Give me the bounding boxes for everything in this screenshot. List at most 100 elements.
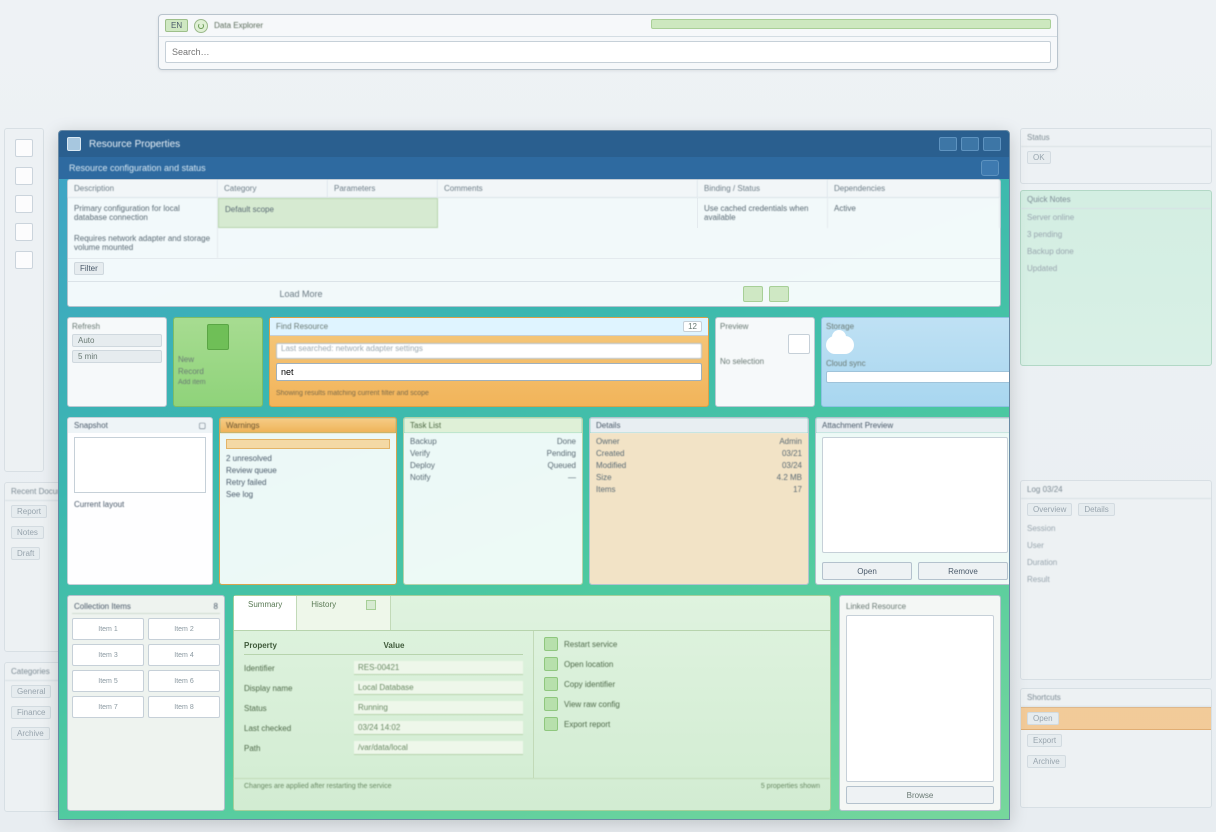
minimize-button[interactable] — [939, 137, 957, 151]
field-value[interactable]: RES-00421 — [354, 661, 523, 675]
shortcut[interactable]: Open — [1027, 712, 1059, 725]
warnings-panel: Warnings 2 unresolved Review queue Retry… — [219, 417, 397, 585]
tab-history[interactable]: History — [297, 596, 391, 630]
recent-search[interactable]: Last searched: network adapter settings — [276, 343, 702, 359]
col-header[interactable]: Category — [218, 180, 328, 198]
close-button[interactable] — [983, 137, 1001, 151]
action-item[interactable]: Open location — [544, 657, 820, 671]
list-item: 3 pending — [1021, 226, 1211, 243]
action-item[interactable]: View raw config — [544, 697, 820, 711]
shortcut[interactable]: Archive — [1027, 755, 1066, 768]
tab-summary[interactable]: Summary — [234, 596, 297, 630]
field-value[interactable]: Running — [354, 701, 523, 715]
grid-item[interactable]: Item 2 — [148, 618, 220, 640]
card-title: Find Resource — [276, 322, 328, 331]
grid-item[interactable]: Item 8 — [148, 696, 220, 718]
snapshot-preview[interactable] — [74, 437, 206, 493]
grid-item[interactable]: Item 4 — [148, 644, 220, 666]
card-title: Refresh — [72, 322, 162, 331]
list-item[interactable]: See log — [226, 490, 390, 499]
list-item[interactable]: 2 unresolved — [226, 454, 390, 463]
tool-icon[interactable] — [15, 167, 33, 185]
list-item[interactable]: Finance — [11, 706, 51, 719]
label: Cloud sync — [826, 359, 1010, 368]
list-item: User — [1021, 537, 1211, 554]
sync-bar[interactable] — [826, 371, 1010, 383]
export-icon[interactable] — [743, 286, 763, 302]
col-header[interactable]: Binding / Status — [698, 180, 828, 198]
grid-item[interactable]: Item 5 — [72, 670, 144, 692]
list-item: Server online — [1021, 209, 1211, 226]
grid-item[interactable]: Item 6 — [148, 670, 220, 692]
list-item[interactable]: Archive — [11, 727, 50, 740]
pin-icon[interactable]: ▢ — [198, 421, 206, 430]
grid-item[interactable]: Item 7 — [72, 696, 144, 718]
tool-icon[interactable] — [15, 195, 33, 213]
tasks-panel: Task List BackupDone VerifyPending Deplo… — [403, 417, 583, 585]
panel-title: Collection Items — [74, 602, 131, 611]
print-icon[interactable] — [769, 286, 789, 302]
task-name: Deploy — [410, 461, 435, 470]
tool-icon[interactable] — [15, 223, 33, 241]
address-input[interactable] — [165, 41, 1051, 63]
maximize-button[interactable] — [961, 137, 979, 151]
panel-title: Shortcuts — [1021, 689, 1211, 707]
new-record-card[interactable]: New Record Add item — [173, 317, 263, 407]
bg-left-toolbar — [4, 128, 44, 472]
cell-comments: Use cached credentials when available — [698, 198, 828, 228]
shortcut[interactable]: Export — [1027, 734, 1062, 747]
prop-name: Created — [596, 449, 624, 458]
action-item[interactable]: Copy identifier — [544, 677, 820, 691]
window-titlebar[interactable]: Resource Properties — [59, 131, 1009, 157]
warning-item[interactable] — [226, 439, 390, 449]
caption: Current layout — [74, 500, 206, 509]
field-value[interactable]: /var/data/local — [354, 741, 523, 755]
preview-thumb[interactable] — [788, 334, 810, 354]
task-status: Done — [557, 437, 576, 446]
filter-chip[interactable]: Filter — [74, 262, 104, 275]
tab[interactable]: Overview — [1027, 503, 1072, 516]
browse-button[interactable]: Browse — [846, 786, 994, 804]
list-item[interactable]: Review queue — [226, 466, 390, 475]
copy-icon — [544, 677, 558, 691]
load-more-label[interactable]: Load More — [279, 289, 322, 299]
grid-item[interactable]: Item 1 — [72, 618, 144, 640]
tool-icon[interactable] — [15, 251, 33, 269]
prop-name: Size — [596, 473, 612, 482]
list-item[interactable]: Draft — [11, 547, 40, 560]
search-input[interactable] — [276, 363, 702, 381]
list-item: Duration — [1021, 554, 1211, 571]
tool-icon[interactable] — [15, 139, 33, 157]
folder-icon — [544, 657, 558, 671]
details-panel: Details OwnerAdmin Created03/21 Modified… — [589, 417, 809, 585]
tab[interactable]: Details — [1078, 503, 1114, 516]
field-label: Path — [244, 744, 354, 753]
col-header[interactable]: Dependencies — [828, 180, 1000, 198]
refresh-icon[interactable] — [194, 19, 208, 33]
list-item: Backup done — [1021, 243, 1211, 260]
list-item[interactable]: Retry failed — [226, 478, 390, 487]
collection-panel: Collection Items8 Item 1 Item 2 Item 3 I… — [67, 595, 225, 811]
list-item[interactable]: Notes — [11, 526, 44, 539]
col-header[interactable]: Comments — [438, 180, 698, 198]
cell-description: Primary configuration for local database… — [68, 198, 218, 228]
locale-badge: EN — [165, 19, 188, 32]
field-value[interactable]: 03/24 14:02 — [354, 721, 523, 735]
attachment-preview[interactable] — [822, 437, 1008, 553]
remove-button[interactable]: Remove — [918, 562, 1008, 580]
grid-item[interactable]: Item 3 — [72, 644, 144, 666]
col-header[interactable]: Parameters — [328, 180, 438, 198]
linked-preview[interactable] — [846, 615, 994, 782]
action-item[interactable]: Restart service — [544, 637, 820, 651]
list-item[interactable]: Report — [11, 505, 47, 518]
field-value[interactable]: Local Database — [354, 681, 523, 695]
option[interactable]: 5 min — [72, 350, 162, 363]
option[interactable]: Auto — [72, 334, 162, 347]
col-header[interactable]: Description — [68, 180, 218, 198]
list-item[interactable]: General — [11, 685, 51, 698]
table-row[interactable]: Primary configuration for local database… — [68, 198, 1000, 258]
help-button[interactable] — [981, 160, 999, 176]
open-button[interactable]: Open — [822, 562, 912, 580]
action-item[interactable]: Export report — [544, 717, 820, 731]
panel-title: Attachment Preview — [822, 421, 893, 430]
